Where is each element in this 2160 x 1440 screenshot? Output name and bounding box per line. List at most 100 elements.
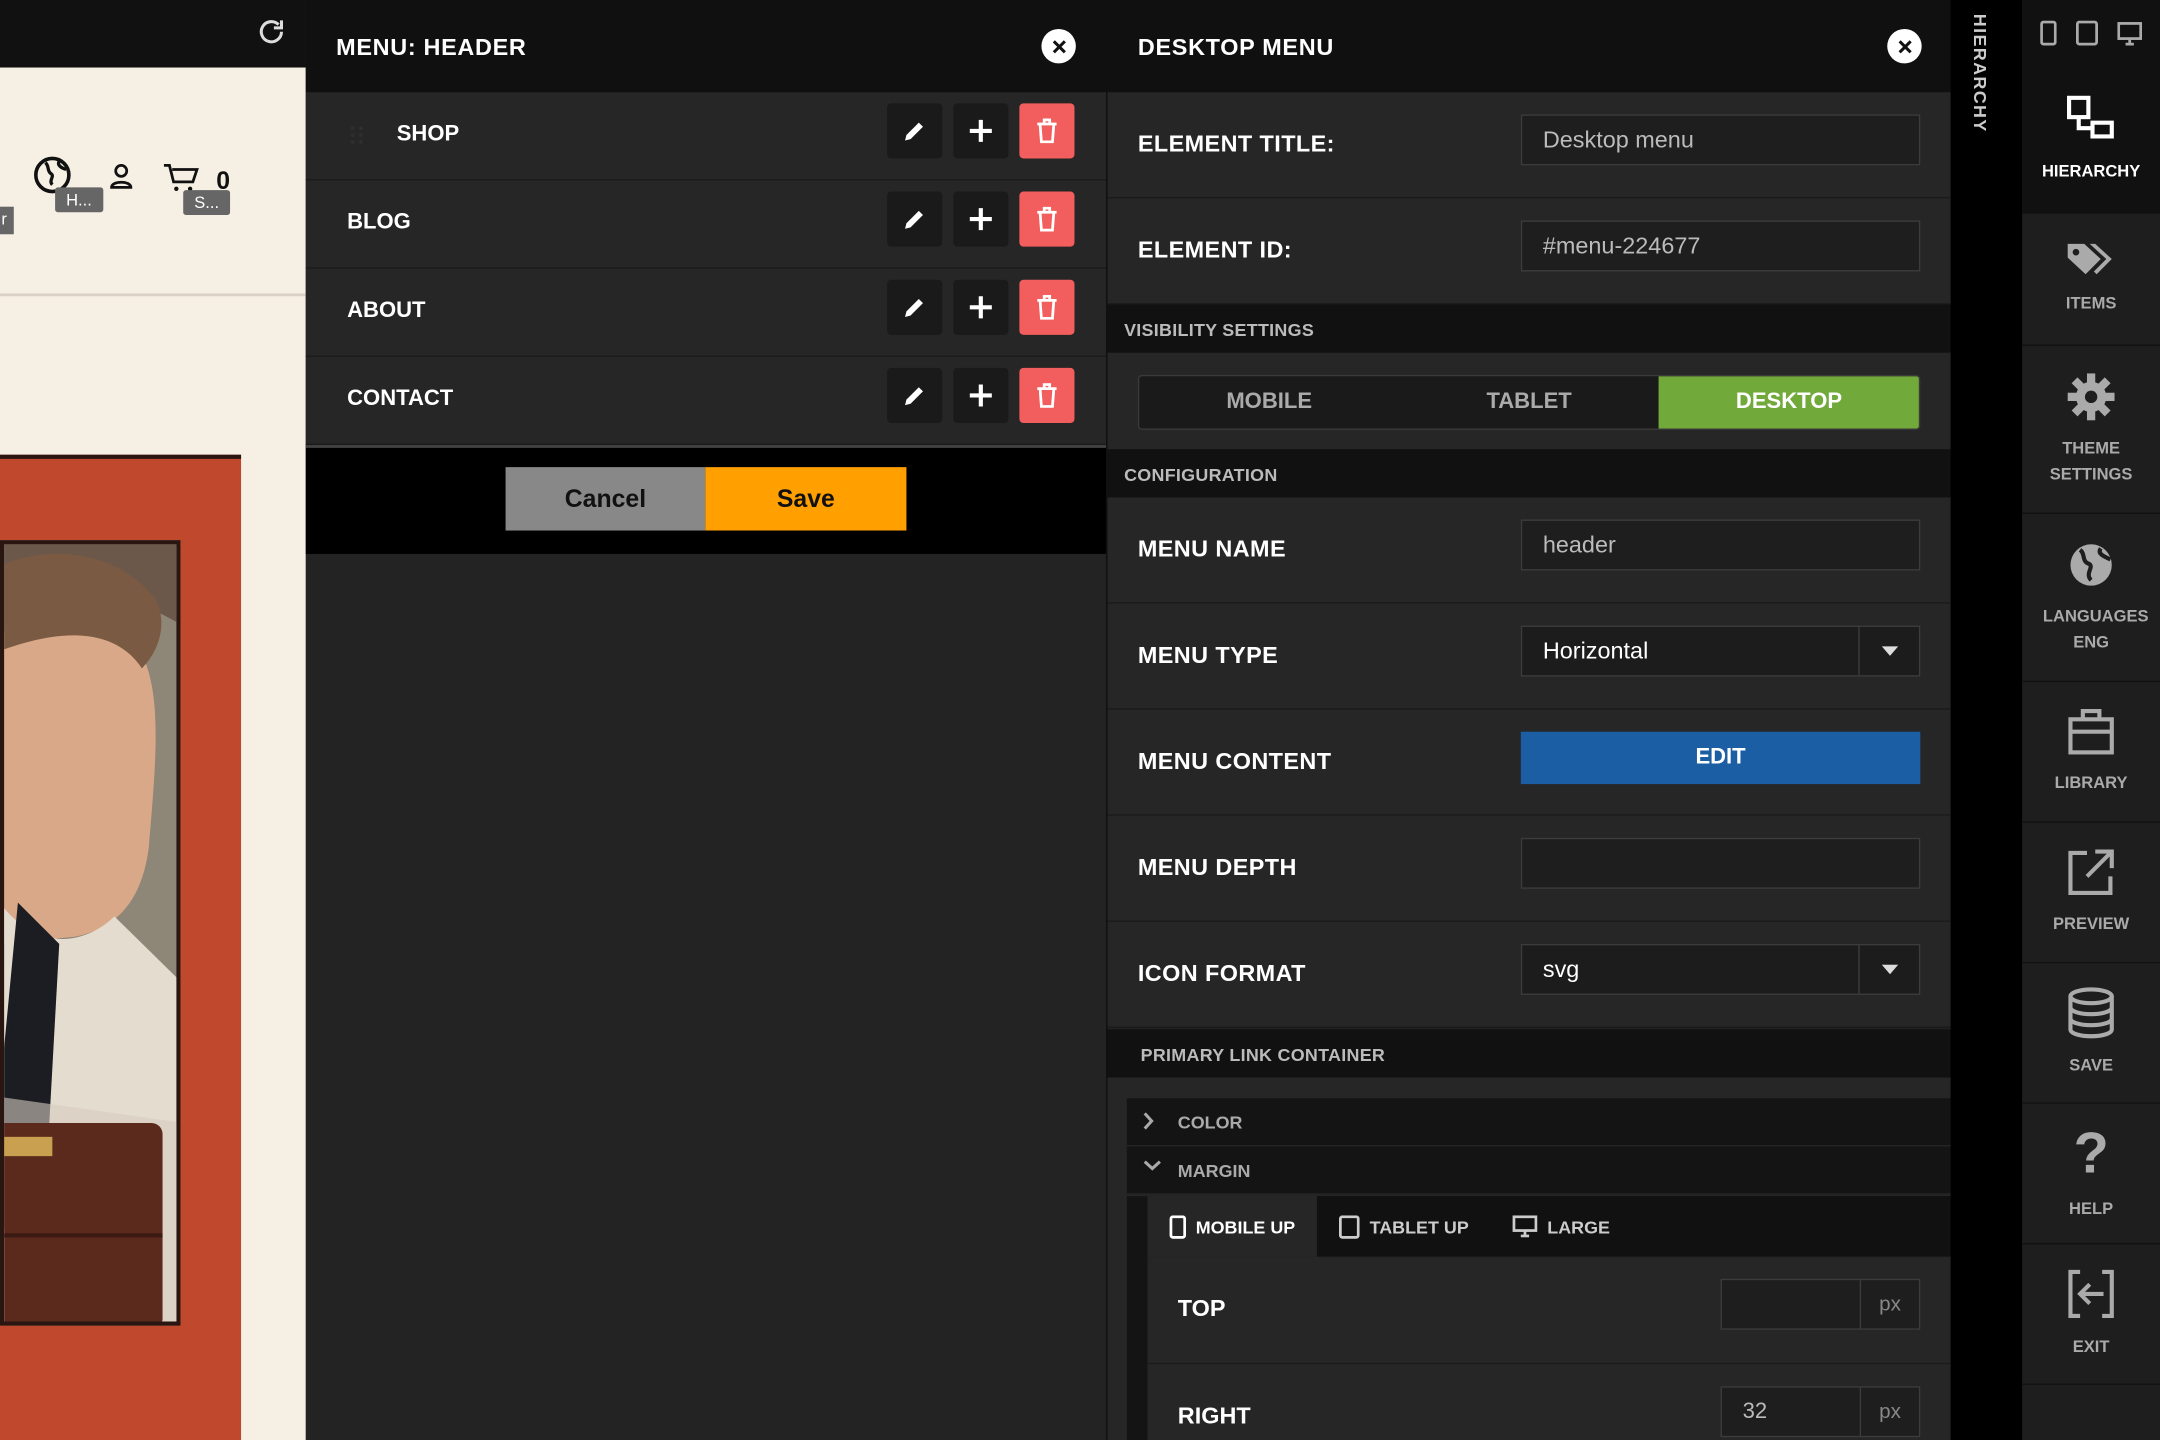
- edit-item-button[interactable]: [887, 279, 943, 335]
- edit-item-button[interactable]: [887, 367, 943, 424]
- edit-menu-content-button[interactable]: EDIT: [1520, 731, 1921, 785]
- menu-item-label: CONTACT: [347, 387, 454, 411]
- sidebar-item-items[interactable]: ITEMS: [2022, 214, 2160, 346]
- margin-top-row: TOP px: [1147, 1256, 1952, 1365]
- margin-right-input[interactable]: 32 px: [1720, 1386, 1921, 1438]
- element-id-input[interactable]: #menu-224677: [1520, 220, 1921, 272]
- tablet-icon: [1339, 1214, 1360, 1239]
- library-icon: [2066, 707, 2116, 757]
- menu-type-value: Horizontal: [1542, 638, 1649, 665]
- trash-icon: [1036, 294, 1058, 320]
- color-accordion[interactable]: COLOR: [1126, 1098, 1952, 1147]
- trash-icon: [1036, 383, 1058, 408]
- margin-top-input[interactable]: px: [1720, 1278, 1921, 1330]
- visibility-mobile[interactable]: MOBILE: [1139, 376, 1399, 428]
- mobile-view-icon[interactable]: [2040, 20, 2057, 46]
- gear-icon: [2066, 371, 2116, 421]
- plus-icon: [968, 383, 993, 408]
- menu-item-row[interactable]: ABOUT: [305, 268, 1107, 357]
- sidebar-item-preview[interactable]: PREVIEW: [2022, 823, 2160, 964]
- sidebar-item-help[interactable]: ? HELP: [2022, 1104, 2160, 1245]
- menu-panel-footer: Cancel Save: [305, 445, 1107, 554]
- settings-panel: DESKTOP MENU ELEMENT TITLE: Desktop menu…: [1106, 0, 1952, 1440]
- pencil-icon: [902, 119, 927, 144]
- refresh-icon[interactable]: [256, 17, 286, 47]
- chevron-down-icon: [1143, 1160, 1161, 1172]
- hero-photo: [0, 540, 181, 1326]
- margin-accordion[interactable]: MARGIN: [1126, 1146, 1952, 1195]
- sidebar-item-label: LANGUAGES ENG: [2042, 605, 2149, 652]
- close-settings-button[interactable]: [1887, 28, 1922, 64]
- visibility-heading: VISIBILITY SETTINGS: [1107, 304, 1952, 353]
- add-subitem-button[interactable]: [953, 103, 1009, 159]
- sidebar-item-label: LIBRARY: [2054, 773, 2128, 793]
- menu-name-input[interactable]: header: [1520, 519, 1921, 571]
- desktop-icon: [1512, 1215, 1538, 1238]
- exit-icon: [2066, 1268, 2116, 1320]
- close-menu-panel-button[interactable]: [1041, 28, 1076, 64]
- menu-item-label: ABOUT: [347, 299, 426, 323]
- tablet-view-icon[interactable]: [2075, 20, 2099, 46]
- add-subitem-button[interactable]: [953, 191, 1009, 247]
- menu-item-row[interactable]: BLOG: [305, 180, 1107, 269]
- icon-format-row: ICON FORMAT svg: [1107, 921, 1952, 1028]
- sidebar-item-save[interactable]: SAVE: [2022, 963, 2160, 1104]
- save-button[interactable]: Save: [705, 467, 907, 531]
- desktop-view-icon[interactable]: [2117, 21, 2143, 45]
- menu-panel-title: MENU: HEADER: [336, 34, 527, 61]
- sidebar-item-theme-settings[interactable]: THEME SETTINGS: [2022, 346, 2160, 514]
- sidebar-item-library[interactable]: LIBRARY: [2022, 682, 2160, 823]
- edit-item-button[interactable]: [887, 103, 943, 159]
- tab-large-label: LARGE: [1547, 1216, 1610, 1237]
- drag-handle-icon[interactable]: [347, 123, 366, 148]
- hierarchy-icon: [2066, 94, 2116, 144]
- user-icon[interactable]: [107, 163, 135, 191]
- margin-right-label: RIGHT: [1177, 1402, 1251, 1429]
- mobile-icon: [1169, 1214, 1187, 1239]
- tooltip-h: H...: [55, 187, 103, 213]
- configuration-heading: CONFIGURATION: [1107, 449, 1952, 498]
- cart-icon[interactable]: [163, 163, 202, 193]
- breakpoint-tabs: MOBILE UP TABLET UP LARGE: [1147, 1196, 1952, 1257]
- sidebar-item-exit[interactable]: EXIT: [2022, 1244, 2160, 1385]
- menu-item-row[interactable]: SHOP: [305, 92, 1107, 181]
- add-subitem-button[interactable]: [953, 279, 1009, 335]
- menu-type-select[interactable]: Horizontal: [1520, 625, 1921, 677]
- tab-large[interactable]: LARGE: [1491, 1196, 1632, 1257]
- menu-type-row: MENU TYPE Horizontal: [1107, 603, 1952, 710]
- icon-format-value: svg: [1542, 956, 1580, 983]
- menu-type-label: MENU TYPE: [1137, 642, 1279, 669]
- menu-depth-input[interactable]: [1520, 837, 1921, 889]
- sidebar-item-hierarchy[interactable]: HIERARCHY: [2022, 66, 2160, 214]
- margin-right-row: RIGHT 32 px: [1147, 1364, 1952, 1440]
- icon-format-select[interactable]: svg: [1520, 943, 1921, 995]
- add-subitem-button[interactable]: [953, 367, 1009, 424]
- margin-top-label: TOP: [1177, 1295, 1226, 1322]
- close-icon: [1052, 39, 1066, 53]
- menu-item-label: BLOG: [347, 210, 411, 235]
- menu-item-row[interactable]: CONTACT: [305, 356, 1107, 446]
- element-title-input[interactable]: Desktop menu: [1520, 114, 1921, 166]
- tab-mobile-up[interactable]: MOBILE UP: [1147, 1196, 1318, 1257]
- delete-item-button[interactable]: [1019, 191, 1075, 247]
- pencil-icon: [902, 295, 927, 320]
- visibility-desktop[interactable]: DESKTOP: [1659, 376, 1919, 429]
- chevron-down-icon: [1858, 945, 1919, 994]
- preview-divider: [0, 293, 306, 297]
- edit-item-button[interactable]: [887, 191, 943, 247]
- delete-item-button[interactable]: [1019, 279, 1075, 335]
- sidebar-item-label: SAVE: [2069, 1055, 2114, 1075]
- visibility-tablet[interactable]: TABLET: [1399, 376, 1659, 428]
- pencil-icon: [902, 207, 927, 232]
- element-title-row: ELEMENT TITLE: Desktop menu: [1107, 92, 1952, 199]
- hierarchy-strip[interactable]: HIERARCHY: [1950, 0, 2023, 1440]
- delete-item-button[interactable]: [1019, 103, 1075, 159]
- close-icon: [1897, 39, 1912, 53]
- element-id-label: ELEMENT ID:: [1137, 237, 1293, 264]
- sidebar-item-label: THEME SETTINGS: [2049, 437, 2133, 483]
- cancel-button[interactable]: Cancel: [505, 467, 706, 531]
- sidebar-item-languages[interactable]: LANGUAGES ENG: [2022, 514, 2160, 683]
- delete-item-button[interactable]: [1019, 367, 1075, 424]
- color-label: COLOR: [1177, 1112, 1243, 1133]
- tab-tablet-up[interactable]: TABLET UP: [1317, 1196, 1491, 1257]
